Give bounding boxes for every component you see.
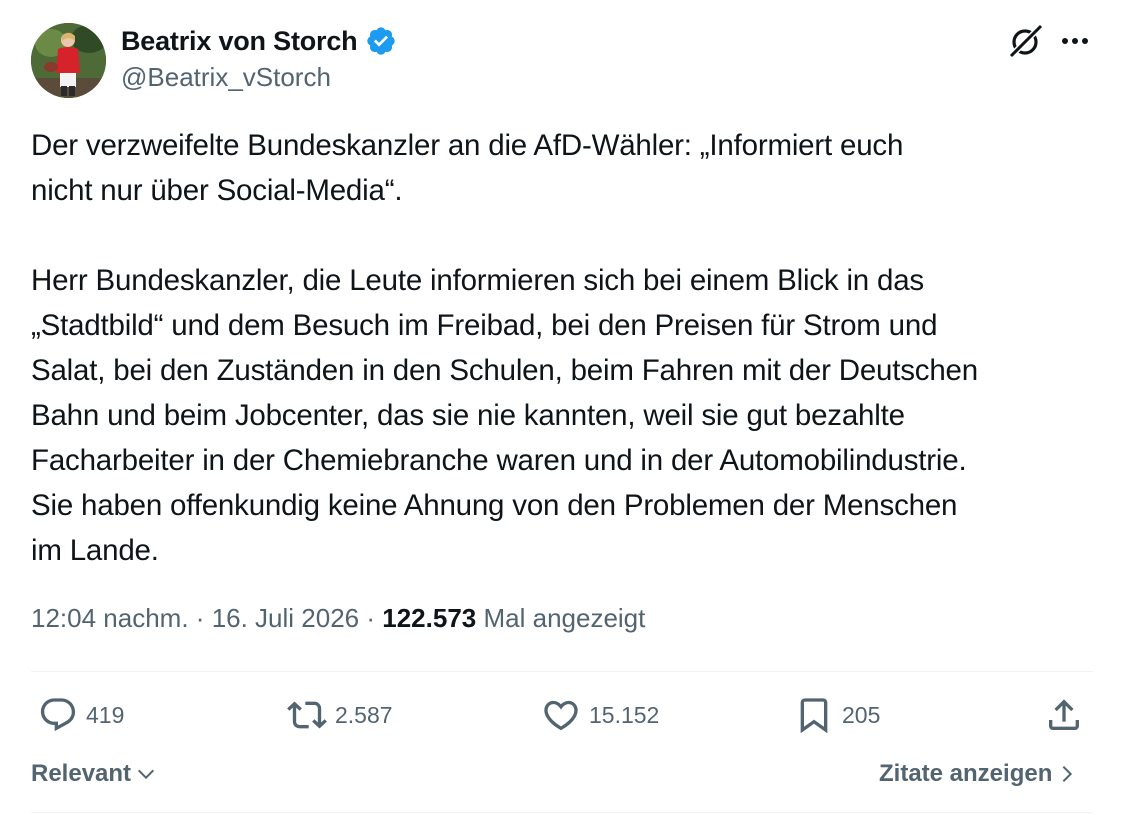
like-icon (544, 700, 578, 731)
author-name[interactable]: Beatrix von Storch (121, 26, 358, 57)
view-count[interactable]: 122.573 (382, 603, 476, 633)
avatar-image (31, 23, 106, 98)
divider (31, 812, 1093, 813)
sort-replies-dropdown[interactable]: Relevant (31, 760, 157, 788)
bookmark-count: 205 (842, 701, 881, 728)
divider (31, 671, 1093, 672)
show-quotes-link[interactable]: Zitate anzeigen (879, 760, 1078, 788)
view-count-label: Mal angezeigt (483, 603, 646, 633)
reply-button[interactable]: 419 (38, 695, 124, 735)
like-count: 15.152 (589, 701, 660, 728)
reply-count: 419 (86, 701, 125, 728)
avatar[interactable] (31, 23, 106, 98)
bookmark-icon (800, 698, 828, 734)
tweet-date[interactable]: 16. Juli 2026 (212, 603, 359, 633)
chevron-right-icon (1062, 765, 1073, 783)
share-button[interactable] (1044, 695, 1092, 735)
verified-badge-icon[interactable] (365, 25, 397, 57)
tweet-text: Der verzweifelte Bundeskanzler an die Af… (31, 129, 978, 567)
more-options-icon[interactable] (1058, 28, 1092, 54)
meta-separator: · (366, 603, 383, 633)
like-button[interactable]: 15.152 (541, 695, 659, 735)
repost-icon (287, 701, 327, 729)
bookmark-button[interactable]: 205 (794, 695, 880, 735)
chevron-down-icon (138, 769, 155, 780)
meta-separator: · (195, 603, 212, 633)
sort-label: Relevant (31, 760, 132, 787)
repost-count: 2.587 (335, 701, 393, 728)
author-handle[interactable]: @Beatrix_vStorch (121, 62, 331, 93)
reply-icon (40, 698, 76, 732)
tweet-meta: 12:04 nachm. · 16. Juli 2026 · 122.573 M… (31, 603, 645, 634)
repost-button[interactable]: 2.587 (287, 695, 393, 735)
tweet-time[interactable]: 12:04 nachm. (31, 603, 189, 633)
author-name-row[interactable]: Beatrix von Storch (121, 25, 397, 57)
quotes-label: Zitate anzeigen (879, 760, 1053, 787)
share-icon (1049, 699, 1079, 730)
grok-icon[interactable] (1007, 22, 1045, 60)
